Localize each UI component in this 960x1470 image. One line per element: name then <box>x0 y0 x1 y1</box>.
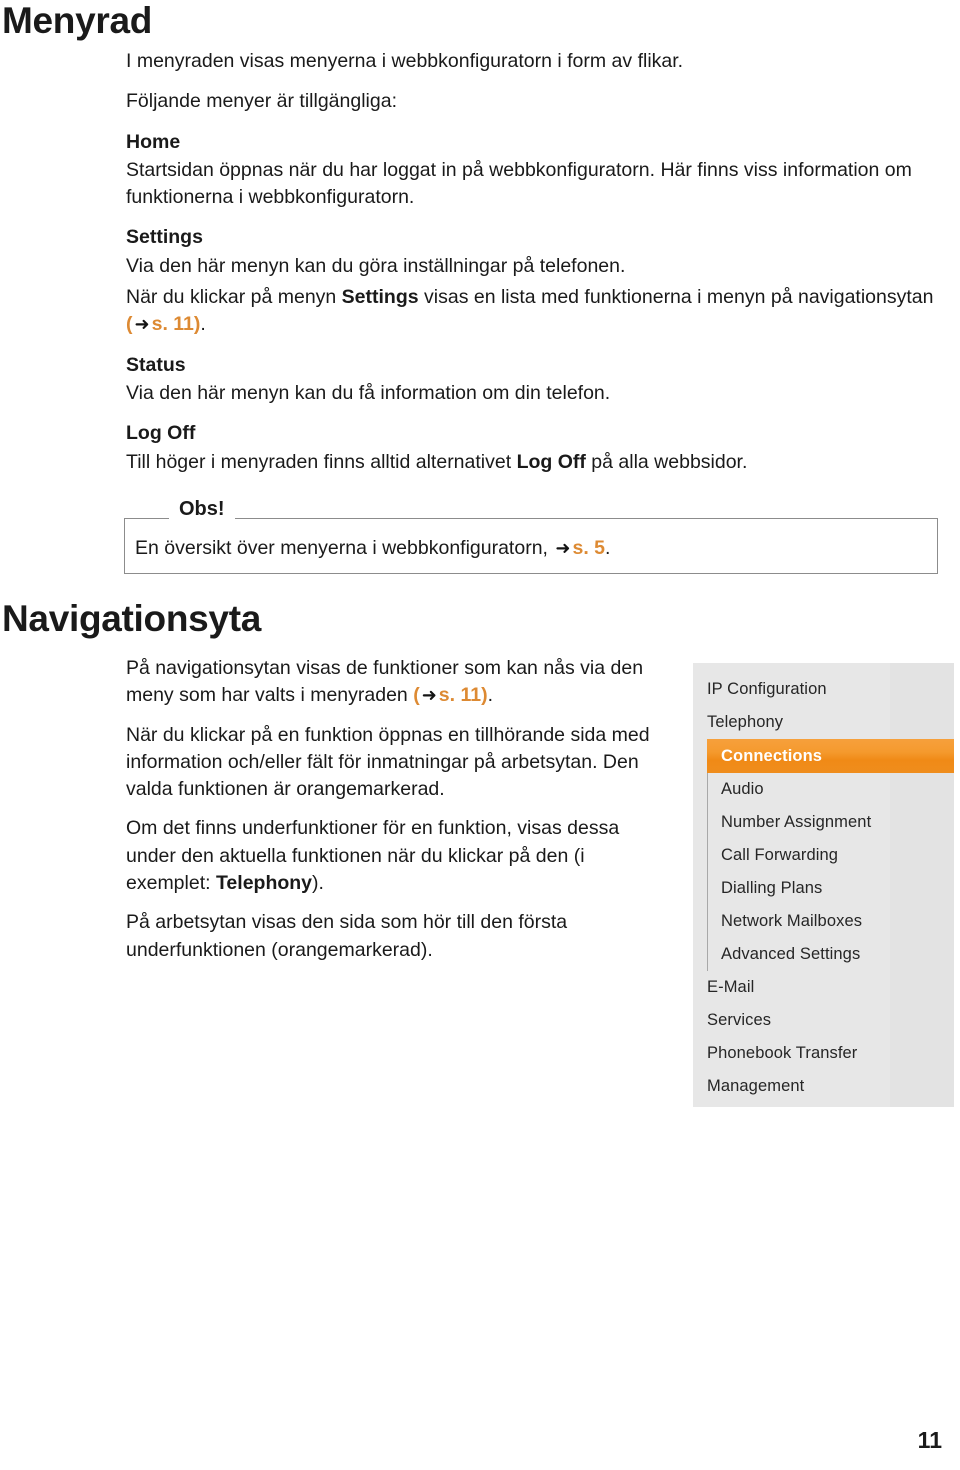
subheading-home: Home <box>126 130 181 153</box>
home-description: Startsidan öppnas när du har loggat in p… <box>126 158 912 209</box>
navigationsyta-paragraph-3: Om det finns underfunktioner för en funk… <box>126 815 671 897</box>
nav-subitem-label: Connections <box>721 746 823 765</box>
nav-subitem-label: Number Assignment <box>721 813 872 832</box>
nav-subitem-connections[interactable]: Connections <box>706 739 954 773</box>
page-title-navigationsyta: Navigationsyta <box>2 598 261 639</box>
subheading-log-off: Log Off <box>126 422 196 445</box>
nav-p3-pre: Om det finns underfunktioner för en funk… <box>126 817 620 895</box>
logoff-desc-post: på alla webbsidor. <box>585 450 748 473</box>
nav-p1-pre: På navigationsytan visas de funktioner s… <box>126 657 644 707</box>
nav-subitem-label: Advanced Settings <box>721 945 861 964</box>
note-text-end: . <box>605 537 611 559</box>
note-box-obs: Obs! En översikt över menyerna i webbkon… <box>124 499 938 574</box>
navigationsyta-body: På navigationsytan visas de funktioner s… <box>126 655 671 976</box>
navigation-menu-list: IP Configuration Telephony Connections Audi… <box>693 663 954 1103</box>
nav-item-ip-configuration[interactable]: IP Configuration <box>693 673 954 706</box>
nav-item-telephony[interactable]: Telephony <box>693 706 954 739</box>
status-description: Via den här menyn kan du få information … <box>126 381 611 404</box>
page-title-menyrad: Menyrad <box>2 0 153 41</box>
menyrad-body: I menyraden visas menyerna i webbkonfigu… <box>126 48 938 489</box>
subheading-status: Status <box>126 353 186 376</box>
nav-item-management[interactable]: Management <box>693 1070 954 1103</box>
nav-item-label: Management <box>707 1077 805 1096</box>
note-box-text: En översikt över menyerna i webbkonfigur… <box>125 519 937 562</box>
nav-subitem-label: Audio <box>721 780 764 799</box>
settings-description: Via den här menyn kan du göra inställnin… <box>126 254 626 277</box>
log-off-option-name: Log Off <box>516 450 586 473</box>
subheading-settings: Settings <box>126 226 203 249</box>
navigationsyta-paragraph-4: På arbetsytan visas den sida som hör til… <box>126 911 568 961</box>
navigationsyta-paragraph-2: När du klickar på en funktion öppnas en … <box>126 723 650 801</box>
nav-item-e-mail[interactable]: E-Mail <box>693 971 954 1004</box>
nav-subitem-call-forwarding[interactable]: Call Forwarding <box>708 839 954 872</box>
telephony-example-name: Telephony <box>215 872 313 895</box>
cross-reference-page-11[interactable]: (➜ s. 11) <box>413 684 487 706</box>
cross-reference-page-5[interactable]: ➜ s. 5 <box>553 537 605 559</box>
settings-desc2-post: visas en lista med funktionerna i menyn … <box>418 286 934 309</box>
note-ref-page-label: s. 5 <box>572 537 605 559</box>
nav-p1-post: . <box>487 684 494 707</box>
nav-subitem-advanced-settings[interactable]: Advanced Settings <box>708 938 954 971</box>
settings-menu-name: Settings <box>341 286 419 309</box>
nav-item-phonebook-transfer[interactable]: Phonebook Transfer <box>693 1037 954 1070</box>
document-page: Menyrad I menyraden visas menyerna i web… <box>0 0 960 1470</box>
menyrad-lead-paragraph: Följande menyer är tillgängliga: <box>126 90 397 113</box>
nav-subitem-label: Network Mailboxes <box>721 912 863 931</box>
navigationsyta-paragraph-1: På navigationsytan visas de funktioner s… <box>126 655 671 710</box>
nav-item-label: Telephony <box>707 713 784 732</box>
settings-desc2-pre: När du klickar på menyn <box>126 286 342 309</box>
ref-open-paren: ( <box>413 684 420 707</box>
arrow-right-icon: ➜ <box>134 314 150 335</box>
nav-subitem-dialling-plans[interactable]: Dialling Plans <box>708 872 954 905</box>
arrow-right-icon: ➜ <box>421 685 437 706</box>
nav-subitem-number-assignment[interactable]: Number Assignment <box>708 806 954 839</box>
ref-page-label: s. 11) <box>151 313 201 336</box>
navigation-subgroup: Connections Audio Number Assignment Call Fo… <box>706 739 954 971</box>
arrow-right-icon: ➜ <box>555 538 571 558</box>
nav-subitem-network-mailboxes[interactable]: Network Mailboxes <box>708 905 954 938</box>
navigation-panel-screenshot: IP Configuration Telephony Connections Audi… <box>693 663 954 1107</box>
settings-desc2-end: . <box>200 313 206 336</box>
log-off-description: Till höger i menyraden finns alltid alte… <box>126 449 938 476</box>
logoff-desc-pre: Till höger i menyraden finns alltid alte… <box>126 450 517 473</box>
ref-page-label: s. 11) <box>438 684 488 707</box>
page-number: 11 <box>917 1427 942 1453</box>
settings-description-2: När du klickar på menyn Settings visas e… <box>126 284 938 339</box>
nav-item-label: Services <box>707 1011 772 1030</box>
nav-p3-post: ). <box>312 872 324 895</box>
nav-item-services[interactable]: Services <box>693 1004 954 1037</box>
nav-subitem-label: Dialling Plans <box>721 879 823 898</box>
note-text-pre: En översikt över menyerna i webbkonfigur… <box>135 537 554 559</box>
nav-subitem-audio[interactable]: Audio <box>708 773 954 806</box>
nav-item-label: IP Configuration <box>707 680 827 699</box>
ref-open-paren: ( <box>126 313 133 336</box>
cross-reference-page-11[interactable]: (➜ s. 11) <box>126 313 200 335</box>
nav-item-label: Phonebook Transfer <box>707 1044 858 1063</box>
menyrad-intro-paragraph: I menyraden visas menyerna i webbkonfigu… <box>126 50 684 72</box>
note-box-legend: Obs! <box>169 499 235 519</box>
nav-subitem-label: Call Forwarding <box>721 846 839 865</box>
nav-item-label: E-Mail <box>707 978 755 997</box>
